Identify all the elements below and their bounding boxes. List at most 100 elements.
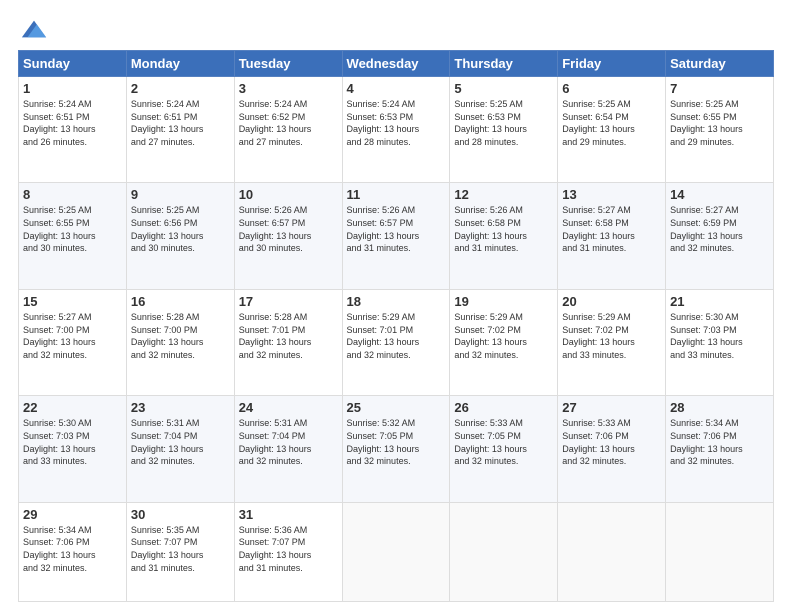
calendar-day-cell xyxy=(558,502,666,601)
day-number: 18 xyxy=(347,294,446,309)
day-info: Sunrise: 5:34 AM Sunset: 7:06 PM Dayligh… xyxy=(670,417,769,467)
calendar-day-cell: 8Sunrise: 5:25 AM Sunset: 6:55 PM Daylig… xyxy=(19,183,127,289)
day-info: Sunrise: 5:29 AM Sunset: 7:02 PM Dayligh… xyxy=(562,311,661,361)
day-info: Sunrise: 5:26 AM Sunset: 6:57 PM Dayligh… xyxy=(239,204,338,254)
day-info: Sunrise: 5:26 AM Sunset: 6:57 PM Dayligh… xyxy=(347,204,446,254)
day-number: 30 xyxy=(131,507,230,522)
calendar-day-cell: 1 Sunrise: 5:24 AM Sunset: 6:51 PM Daylig… xyxy=(19,77,127,183)
calendar-day-cell: 27 Sunrise: 5:33 AM Sunset: 7:06 PM Dayli… xyxy=(558,396,666,502)
calendar-day-cell: 4 Sunrise: 5:24 AM Sunset: 6:53 PM Daylig… xyxy=(342,77,450,183)
day-info: Sunrise: 5:24 AM Sunset: 6:51 PM Dayligh… xyxy=(23,98,122,148)
day-number: 15 xyxy=(23,294,122,309)
calendar-day-cell: 13 Sunrise: 5:27 AM Sunset: 6:58 PM Dayli… xyxy=(558,183,666,289)
calendar-day-cell: 29 Sunrise: 5:34 AM Sunset: 7:06 PM Dayli… xyxy=(19,502,127,601)
day-info: Sunrise: 5:27 AM Sunset: 6:58 PM Dayligh… xyxy=(562,204,661,254)
calendar-day-cell: 22 Sunrise: 5:30 AM Sunset: 7:03 PM Dayli… xyxy=(19,396,127,502)
day-number: 28 xyxy=(670,400,769,415)
day-info: Sunrise: 5:24 AM Sunset: 6:52 PM Dayligh… xyxy=(239,98,338,148)
header xyxy=(18,18,774,40)
calendar-week-row: 1 Sunrise: 5:24 AM Sunset: 6:51 PM Daylig… xyxy=(19,77,774,183)
calendar-day-cell: 28 Sunrise: 5:34 AM Sunset: 7:06 PM Dayli… xyxy=(666,396,774,502)
day-number: 2 xyxy=(131,81,230,96)
day-info: Sunrise: 5:25 AM Sunset: 6:53 PM Dayligh… xyxy=(454,98,553,148)
calendar-day-cell: 11 Sunrise: 5:26 AM Sunset: 6:57 PM Dayli… xyxy=(342,183,450,289)
day-number: 29 xyxy=(23,507,122,522)
day-info: Sunrise: 5:26 AM Sunset: 6:58 PM Dayligh… xyxy=(454,204,553,254)
calendar-day-cell: 9 Sunrise: 5:25 AM Sunset: 6:56 PM Daylig… xyxy=(126,183,234,289)
calendar-day-cell: 26 Sunrise: 5:33 AM Sunset: 7:05 PM Dayli… xyxy=(450,396,558,502)
calendar-day-cell: 3 Sunrise: 5:24 AM Sunset: 6:52 PM Daylig… xyxy=(234,77,342,183)
calendar-week-row: 8Sunrise: 5:25 AM Sunset: 6:55 PM Daylig… xyxy=(19,183,774,289)
calendar-header-row: SundayMondayTuesdayWednesdayThursdayFrid… xyxy=(19,51,774,77)
calendar-day-cell: 6Sunrise: 5:25 AM Sunset: 6:54 PM Daylig… xyxy=(558,77,666,183)
calendar-day-cell: 19 Sunrise: 5:29 AM Sunset: 7:02 PM Dayli… xyxy=(450,289,558,395)
calendar-day-cell: 15Sunrise: 5:27 AM Sunset: 7:00 PM Dayli… xyxy=(19,289,127,395)
day-number: 12 xyxy=(454,187,553,202)
day-number: 3 xyxy=(239,81,338,96)
day-info: Sunrise: 5:24 AM Sunset: 6:51 PM Dayligh… xyxy=(131,98,230,148)
logo xyxy=(18,18,48,40)
day-number: 31 xyxy=(239,507,338,522)
day-info: Sunrise: 5:36 AM Sunset: 7:07 PM Dayligh… xyxy=(239,524,338,574)
day-number: 20 xyxy=(562,294,661,309)
logo-icon xyxy=(20,18,48,40)
day-info: Sunrise: 5:30 AM Sunset: 7:03 PM Dayligh… xyxy=(670,311,769,361)
day-info: Sunrise: 5:25 AM Sunset: 6:54 PM Dayligh… xyxy=(562,98,661,148)
calendar-header-cell: Tuesday xyxy=(234,51,342,77)
calendar-day-cell xyxy=(450,502,558,601)
calendar-day-cell: 10 Sunrise: 5:26 AM Sunset: 6:57 PM Dayli… xyxy=(234,183,342,289)
calendar-day-cell: 25 Sunrise: 5:32 AM Sunset: 7:05 PM Dayli… xyxy=(342,396,450,502)
day-info: Sunrise: 5:25 AM Sunset: 6:55 PM Dayligh… xyxy=(670,98,769,148)
day-info: Sunrise: 5:24 AM Sunset: 6:53 PM Dayligh… xyxy=(347,98,446,148)
day-number: 19 xyxy=(454,294,553,309)
day-info: Sunrise: 5:27 AM Sunset: 6:59 PM Dayligh… xyxy=(670,204,769,254)
day-number: 16 xyxy=(131,294,230,309)
calendar-day-cell: 30 Sunrise: 5:35 AM Sunset: 7:07 PM Dayli… xyxy=(126,502,234,601)
day-number: 26 xyxy=(454,400,553,415)
calendar-header-cell: Monday xyxy=(126,51,234,77)
calendar-day-cell: 5 Sunrise: 5:25 AM Sunset: 6:53 PM Daylig… xyxy=(450,77,558,183)
calendar-header-cell: Wednesday xyxy=(342,51,450,77)
day-number: 22 xyxy=(23,400,122,415)
calendar-week-row: 15Sunrise: 5:27 AM Sunset: 7:00 PM Dayli… xyxy=(19,289,774,395)
day-info: Sunrise: 5:33 AM Sunset: 7:05 PM Dayligh… xyxy=(454,417,553,467)
day-info: Sunrise: 5:29 AM Sunset: 7:01 PM Dayligh… xyxy=(347,311,446,361)
calendar-day-cell: 24Sunrise: 5:31 AM Sunset: 7:04 PM Dayli… xyxy=(234,396,342,502)
calendar-day-cell: 20 Sunrise: 5:29 AM Sunset: 7:02 PM Dayli… xyxy=(558,289,666,395)
calendar-header-cell: Saturday xyxy=(666,51,774,77)
day-number: 14 xyxy=(670,187,769,202)
day-number: 5 xyxy=(454,81,553,96)
calendar-day-cell: 21Sunrise: 5:30 AM Sunset: 7:03 PM Dayli… xyxy=(666,289,774,395)
calendar-day-cell: 12 Sunrise: 5:26 AM Sunset: 6:58 PM Dayli… xyxy=(450,183,558,289)
calendar-day-cell: 17Sunrise: 5:28 AM Sunset: 7:01 PM Dayli… xyxy=(234,289,342,395)
day-info: Sunrise: 5:28 AM Sunset: 7:00 PM Dayligh… xyxy=(131,311,230,361)
calendar-day-cell: 18 Sunrise: 5:29 AM Sunset: 7:01 PM Dayli… xyxy=(342,289,450,395)
day-info: Sunrise: 5:32 AM Sunset: 7:05 PM Dayligh… xyxy=(347,417,446,467)
day-number: 11 xyxy=(347,187,446,202)
day-number: 4 xyxy=(347,81,446,96)
calendar-body: 1 Sunrise: 5:24 AM Sunset: 6:51 PM Daylig… xyxy=(19,77,774,602)
day-number: 25 xyxy=(347,400,446,415)
page: SundayMondayTuesdayWednesdayThursdayFrid… xyxy=(0,0,792,612)
day-info: Sunrise: 5:34 AM Sunset: 7:06 PM Dayligh… xyxy=(23,524,122,574)
day-number: 27 xyxy=(562,400,661,415)
day-number: 8 xyxy=(23,187,122,202)
calendar-header-cell: Friday xyxy=(558,51,666,77)
day-info: Sunrise: 5:30 AM Sunset: 7:03 PM Dayligh… xyxy=(23,417,122,467)
calendar: SundayMondayTuesdayWednesdayThursdayFrid… xyxy=(18,50,774,602)
day-info: Sunrise: 5:29 AM Sunset: 7:02 PM Dayligh… xyxy=(454,311,553,361)
logo-text xyxy=(18,18,48,40)
day-info: Sunrise: 5:33 AM Sunset: 7:06 PM Dayligh… xyxy=(562,417,661,467)
day-number: 9 xyxy=(131,187,230,202)
day-number: 1 xyxy=(23,81,122,96)
day-number: 10 xyxy=(239,187,338,202)
day-number: 17 xyxy=(239,294,338,309)
calendar-day-cell: 23Sunrise: 5:31 AM Sunset: 7:04 PM Dayli… xyxy=(126,396,234,502)
day-number: 13 xyxy=(562,187,661,202)
calendar-header-cell: Thursday xyxy=(450,51,558,77)
day-info: Sunrise: 5:35 AM Sunset: 7:07 PM Dayligh… xyxy=(131,524,230,574)
calendar-day-cell: 16 Sunrise: 5:28 AM Sunset: 7:00 PM Dayli… xyxy=(126,289,234,395)
day-info: Sunrise: 5:25 AM Sunset: 6:56 PM Dayligh… xyxy=(131,204,230,254)
calendar-header-cell: Sunday xyxy=(19,51,127,77)
calendar-week-row: 29 Sunrise: 5:34 AM Sunset: 7:06 PM Dayli… xyxy=(19,502,774,601)
